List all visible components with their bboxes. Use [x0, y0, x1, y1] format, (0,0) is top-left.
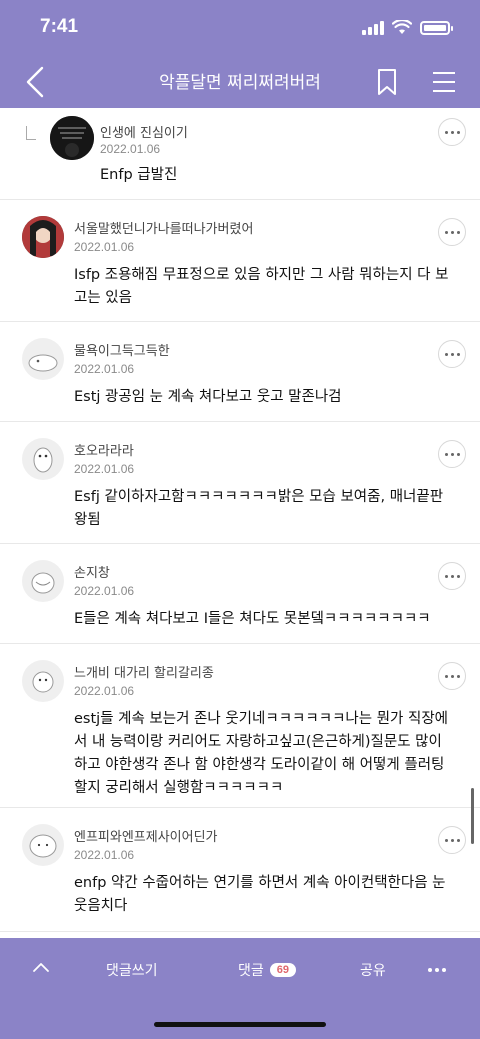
comment-date: 2022.01.06 [74, 362, 135, 376]
comment-item: 느개비 대가리 할리갈리종 2022.01.06 estj들 계속 보는거 존나… [0, 644, 480, 808]
more-options-button[interactable] [438, 440, 466, 468]
menu-icon[interactable] [432, 70, 456, 94]
comment-item: 서울말했던니가나를떠나가버렸어 2022.01.06 Isfp 조용해짐 무표정… [0, 200, 480, 322]
more-options-button[interactable] [438, 562, 466, 590]
wifi-icon [392, 20, 412, 34]
status-icons [362, 20, 453, 35]
more-options-button[interactable] [438, 218, 466, 246]
battery-icon [420, 20, 453, 35]
comment-author[interactable]: 엔프피와엔프제사이어딘가 [74, 826, 218, 845]
more-options-button[interactable] [438, 826, 466, 854]
comment-text: enfp 약간 수줍어하는 연기를 하면서 계속 아이컨택한다음 눈웃음치다 [74, 875, 446, 914]
status-time: 7:41 [40, 16, 79, 37]
comment-text: Esfj 같이하자고함ㅋㅋㅋㅋㅋㅋㅋ밝은 모습 보여줌, 매너끝판왕됨 [74, 489, 444, 528]
comment-text: estj들 계속 보는거 존나 웃기네ㅋㅋㅋㅋㅋㅋ나는 뭔가 직장에서 내 능력… [74, 711, 449, 796]
comment-count-badge: 69 [269, 963, 297, 977]
reply-indicator-icon [26, 126, 36, 140]
avatar[interactable] [22, 216, 64, 258]
comment-author[interactable]: 손지창 [74, 562, 110, 581]
comment-date: 2022.01.06 [74, 462, 135, 476]
comment-item: 엔프피와엔프제사이어딘가 2022.01.06 enfp 약간 수줍어하는 연기… [0, 808, 480, 932]
comment-date: 2022.01.06 [100, 142, 161, 156]
bookmark-icon[interactable] [376, 68, 398, 96]
nav-bar: 악플달면 쩌리쩌려버려 [0, 56, 480, 108]
avatar[interactable] [50, 116, 94, 160]
bottom-bar: 댓글쓰기 댓글 69 공유 [0, 938, 480, 1039]
comment-date: 2022.01.06 [74, 584, 135, 598]
comment-text: Isfp 조용해짐 무표정으로 있음 하지만 그 사람 뭐하는지 다 보고는 있… [74, 267, 449, 306]
comment-date: 2022.01.06 [74, 684, 135, 698]
avatar[interactable] [22, 560, 64, 602]
comment-text: Estj 광공임 눈 계속 쳐다보고 웃고 말존나검 [74, 389, 342, 405]
comments-button[interactable]: 댓글 69 [238, 960, 297, 980]
comment-date: 2022.01.06 [74, 848, 135, 862]
more-icon[interactable] [428, 968, 446, 972]
comment-list[interactable]: 인생에 진심이기 2022.01.06 Enfp 급발진 서울말했던니가나를떠나… [0, 108, 480, 938]
comment-text: E들은 계속 쳐다보고 I들은 쳐다도 못본뎈ㅋㅋㅋㅋㅋㅋㅋㅋ [74, 611, 431, 627]
avatar[interactable] [22, 660, 64, 702]
comment-item: 손지창 2022.01.06 E들은 계속 쳐다보고 I들은 쳐다도 못본뎈ㅋㅋ… [0, 544, 480, 644]
avatar[interactable] [22, 338, 64, 380]
page-title: 악플달면 쩌리쩌려버려 [159, 73, 321, 93]
comment-item: 호오라라라 2022.01.06 Esfj 같이하자고함ㅋㅋㅋㅋㅋㅋㅋ밝은 모습… [0, 422, 480, 544]
comment-author[interactable]: 인생에 진심이기 [100, 122, 188, 141]
comment-author[interactable]: 물욕이그득그득한 [74, 340, 170, 359]
comments-label: 댓글 [238, 963, 264, 979]
more-options-button[interactable] [438, 662, 466, 690]
write-comment-button[interactable]: 댓글쓰기 [106, 960, 158, 980]
signal-icon [362, 20, 384, 35]
status-bar: 7:41 [0, 0, 480, 56]
scrollbar[interactable] [471, 788, 474, 844]
comment-author[interactable]: 서울말했던니가나를떠나가버렸어 [74, 218, 253, 237]
comment-author[interactable]: 호오라라라 [74, 440, 134, 459]
avatar[interactable] [22, 438, 64, 480]
chevron-up-icon[interactable] [32, 960, 50, 974]
comment-item: 물욕이그득그득한 2022.01.06 Estj 광공임 눈 계속 쳐다보고 웃… [0, 322, 480, 422]
home-indicator [154, 1022, 326, 1027]
avatar[interactable] [22, 824, 64, 866]
comment-item: 인생에 진심이기 2022.01.06 Enfp 급발진 [0, 108, 480, 200]
more-options-button[interactable] [438, 340, 466, 368]
comment-author[interactable]: 느개비 대가리 할리갈리종 [74, 662, 214, 681]
comment-date: 2022.01.06 [74, 240, 135, 254]
more-options-button[interactable] [438, 118, 466, 146]
back-arrow-icon[interactable] [22, 64, 52, 100]
share-button[interactable]: 공유 [360, 960, 386, 980]
comment-text: Enfp 급발진 [100, 167, 178, 183]
